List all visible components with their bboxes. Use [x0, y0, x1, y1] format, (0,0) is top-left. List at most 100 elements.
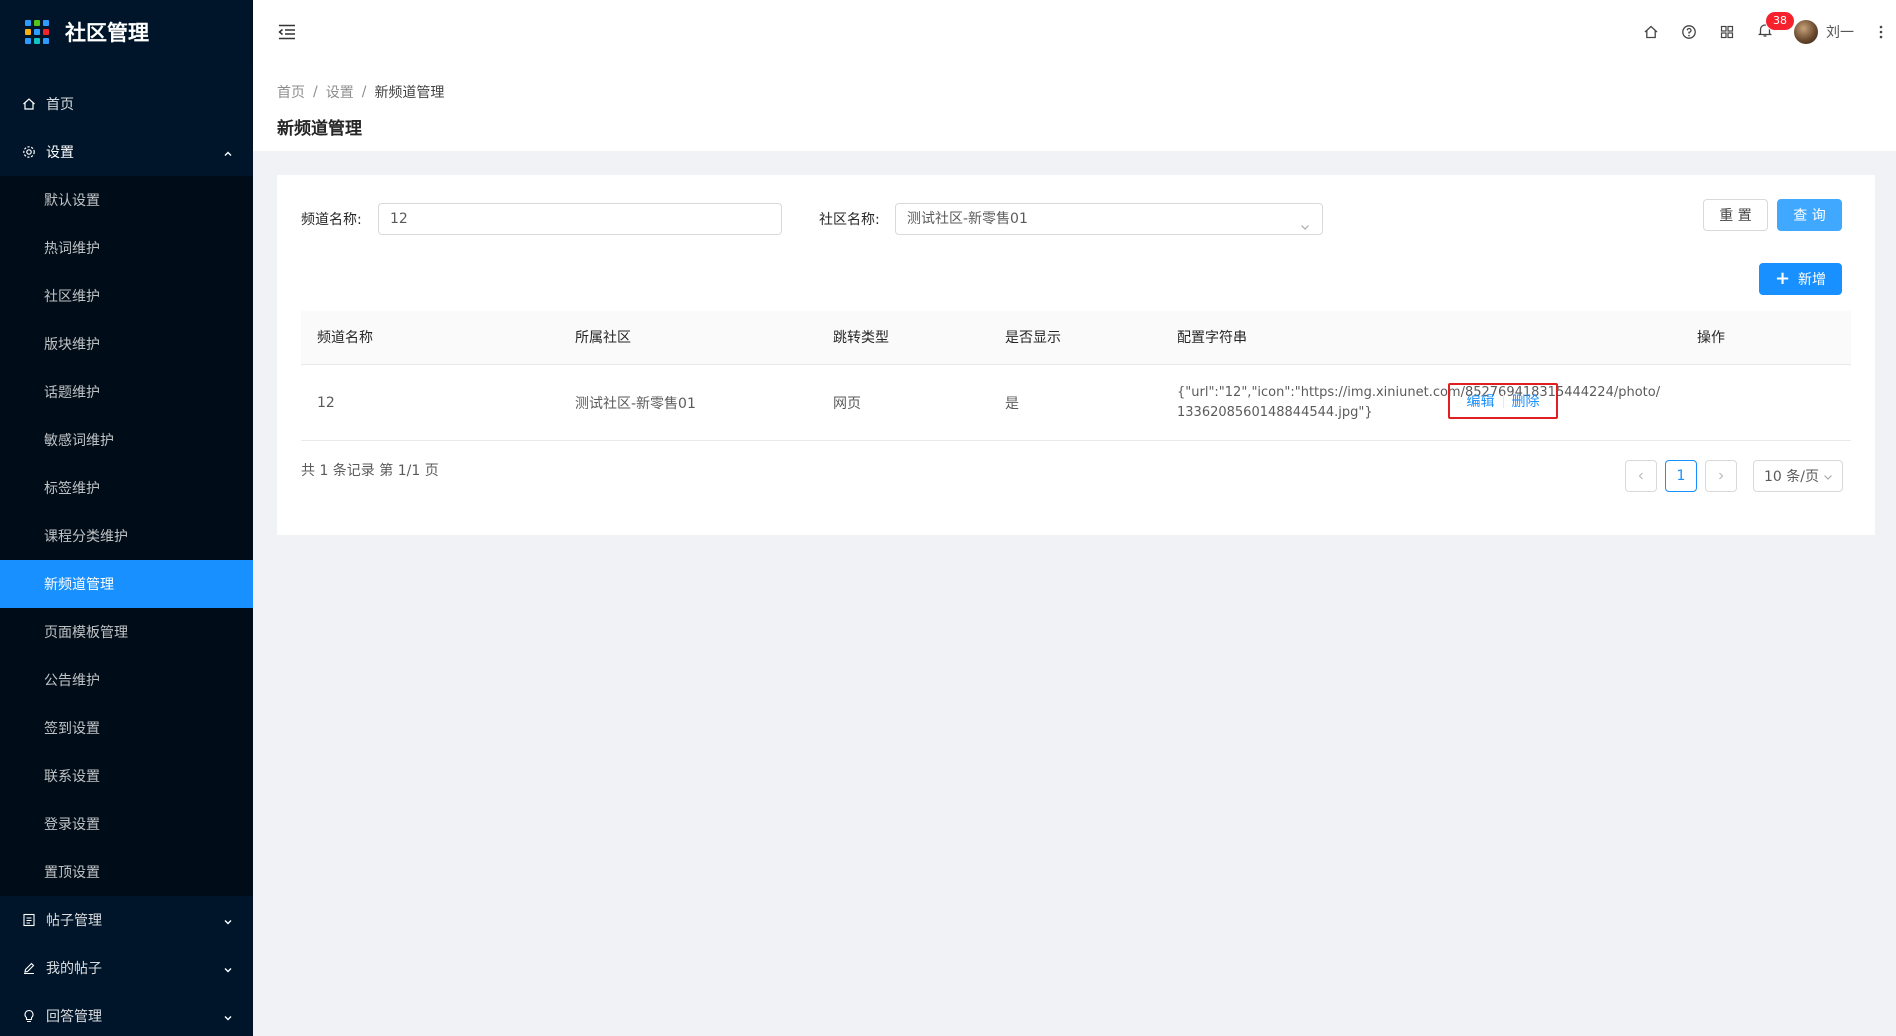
user-name: 刘一 — [1826, 25, 1854, 41]
community-name-label: 社区名称: — [819, 212, 880, 228]
sidebar-item-new-channels[interactable]: 新频道管理 — [0, 560, 253, 608]
column-header-config: 配置字符串 — [1177, 330, 1247, 346]
breadcrumb: 首页 / 设置 / 新频道管理 — [277, 82, 1872, 102]
notification-badge: 38 — [1766, 12, 1794, 30]
avatar — [1794, 20, 1818, 44]
pagination: 1 10 条/页 — [1617, 460, 1843, 492]
sidebar-item-label: 标签维护 — [44, 481, 100, 497]
chevron-down-icon — [223, 1011, 233, 1021]
sidebar-item-label: 课程分类维护 — [44, 529, 128, 545]
column-header-visible: 是否显示 — [1005, 330, 1061, 346]
channel-name-label: 频道名称: — [301, 212, 362, 228]
breadcrumb-home[interactable]: 首页 — [277, 82, 305, 102]
menu-fold-icon[interactable] — [277, 22, 297, 42]
sidebar-item-label: 默认设置 — [44, 193, 100, 209]
sidebar-item-page-templates[interactable]: 页面模板管理 — [0, 608, 253, 656]
sidebar-item-label: 回答管理 — [46, 1009, 102, 1025]
prev-page-button[interactable] — [1625, 460, 1657, 492]
next-page-button[interactable] — [1705, 460, 1737, 492]
sidebar-item-label: 敏感词维护 — [44, 433, 114, 449]
sidebar-item-label: 社区维护 — [44, 289, 100, 305]
add-button-label: 新增 — [1798, 272, 1827, 288]
sidebar-item-contact[interactable]: 联系设置 — [0, 752, 253, 800]
cell-community: 测试社区-新零售01 — [575, 396, 696, 412]
filter-form: 频道名称: 社区名称: 测试社区-新零售01 重 置 查 询 — [301, 199, 1851, 237]
column-header-actions: 操作 — [1697, 330, 1725, 346]
sidebar-item-settings[interactable]: 设置 — [0, 128, 253, 176]
sidebar-item-label: 新频道管理 — [44, 577, 114, 593]
sidebar-item-label: 置顶设置 — [44, 865, 100, 881]
sidebar-item-course-categories[interactable]: 课程分类维护 — [0, 512, 253, 560]
help-icon[interactable] — [1670, 0, 1708, 64]
cell-jump-type: 网页 — [833, 396, 861, 412]
sidebar-menu: 首页 设置 默认设置 热词维护 社区维护 版块维护 话题维护 敏感词维护 标签维… — [0, 80, 253, 1036]
table-row: 12 测试社区-新零售01 网页 是 {"url":"12","icon":"h… — [301, 365, 1851, 441]
sidebar-item-community[interactable]: 社区维护 — [0, 272, 253, 320]
gear-icon — [22, 145, 36, 159]
plus-icon: + — [1774, 268, 1791, 289]
sidebar-item-tags[interactable]: 标签维护 — [0, 464, 253, 512]
sidebar-item-label: 签到设置 — [44, 721, 100, 737]
channel-name-input[interactable] — [378, 203, 782, 235]
sidebar-item-posts[interactable]: 帖子管理 — [0, 896, 253, 944]
sidebar-item-sections[interactable]: 版块维护 — [0, 320, 253, 368]
sidebar-item-answers[interactable]: 回答管理 — [0, 992, 253, 1036]
sidebar-item-label: 话题维护 — [44, 385, 100, 401]
header-actions: 38 刘一 — [1632, 0, 1896, 64]
chevron-down-icon — [223, 915, 233, 925]
breadcrumb-settings[interactable]: 设置 — [326, 82, 354, 102]
top-header: 38 刘一 — [253, 0, 1896, 64]
cell-config-string: {"url":"12","icon":"https://img.xiniunet… — [1177, 385, 1661, 420]
sidebar-item-default-settings[interactable]: 默认设置 — [0, 176, 253, 224]
user-menu[interactable]: 刘一 — [1784, 0, 1866, 64]
apps-icon[interactable] — [1708, 0, 1746, 64]
community-select-value: 测试社区-新零售01 — [907, 211, 1028, 227]
bulb-icon — [22, 1009, 36, 1023]
sidebar-item-announcements[interactable]: 公告维护 — [0, 656, 253, 704]
row-actions-highlight: 编辑 删除 — [1448, 383, 1558, 419]
sidebar: 社区管理 首页 设置 默认设置 热词维护 社区维护 版块维护 话题维护 敏感词维… — [0, 0, 253, 1036]
page-number-button[interactable]: 1 — [1665, 460, 1697, 492]
page-size-value: 10 条/页 — [1764, 469, 1819, 485]
page-title: 新频道管理 — [277, 119, 362, 139]
sidebar-item-label: 我的帖子 — [46, 961, 102, 977]
sidebar-item-hotwords[interactable]: 热词维护 — [0, 224, 253, 272]
breadcrumb-current: 新频道管理 — [374, 85, 445, 101]
column-header-community: 所属社区 — [575, 330, 631, 346]
sidebar-item-label: 版块维护 — [44, 337, 100, 353]
record-summary: 共 1 条记录 第 1/1 页 — [301, 463, 439, 479]
home-icon[interactable] — [1632, 0, 1670, 64]
notification-button[interactable]: 38 — [1746, 0, 1794, 64]
sidebar-item-label: 登录设置 — [44, 817, 100, 833]
sidebar-item-label: 热词维护 — [44, 241, 100, 257]
sidebar-item-sensitive-words[interactable]: 敏感词维护 — [0, 416, 253, 464]
chevron-right-icon — [1719, 472, 1724, 480]
community-select[interactable]: 测试社区-新零售01 — [895, 203, 1323, 235]
add-button[interactable]: + 新增 — [1759, 263, 1842, 295]
action-divider — [1502, 394, 1504, 408]
app-logo[interactable]: 社区管理 — [0, 0, 253, 64]
reset-button[interactable]: 重 置 — [1703, 199, 1768, 231]
chevron-left-icon — [1638, 472, 1643, 480]
page-header: 首页 / 设置 / 新频道管理 新频道管理 — [253, 64, 1896, 151]
app-title: 社区管理 — [65, 21, 149, 45]
sidebar-item-pinned[interactable]: 置顶设置 — [0, 848, 253, 896]
query-button[interactable]: 查 询 — [1777, 199, 1842, 231]
sidebar-item-home[interactable]: 首页 — [0, 80, 253, 128]
sidebar-item-label: 帖子管理 — [46, 913, 102, 929]
column-header-jump-type: 跳转类型 — [833, 330, 889, 346]
document-icon — [22, 913, 36, 927]
chevron-down-icon — [1299, 214, 1311, 230]
sidebar-item-topics[interactable]: 话题维护 — [0, 368, 253, 416]
sidebar-item-login[interactable]: 登录设置 — [0, 800, 253, 848]
cell-channel-name: 12 — [317, 395, 335, 411]
page-size-select[interactable]: 10 条/页 — [1753, 460, 1843, 492]
edit-link[interactable]: 编辑 — [1467, 391, 1495, 411]
pen-icon — [22, 961, 36, 975]
sidebar-item-checkin[interactable]: 签到设置 — [0, 704, 253, 752]
sidebar-item-my-posts[interactable]: 我的帖子 — [0, 944, 253, 992]
chevron-up-icon — [223, 147, 233, 157]
sidebar-item-label: 页面模板管理 — [44, 625, 128, 641]
more-vertical-icon[interactable] — [1866, 0, 1896, 64]
delete-link[interactable]: 删除 — [1512, 391, 1540, 411]
